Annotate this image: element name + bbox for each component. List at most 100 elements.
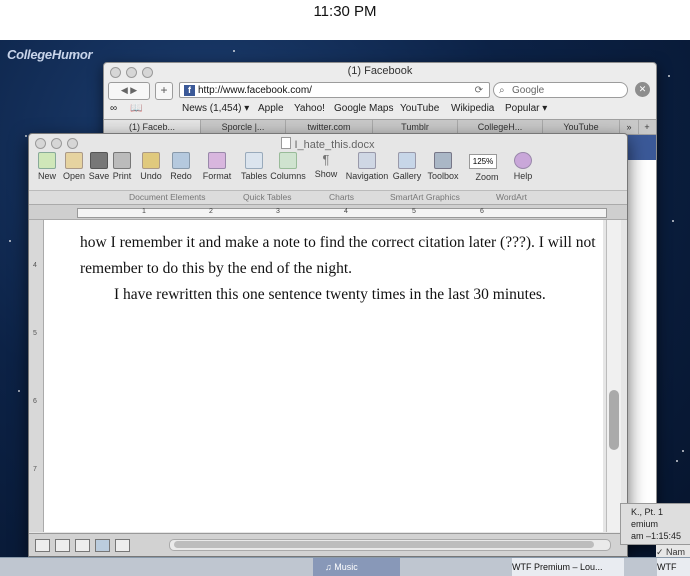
navigation-icon (358, 152, 376, 169)
bookmark-youtube[interactable]: YouTube (400, 103, 439, 114)
reading-list-icon[interactable]: ∞ (110, 103, 117, 114)
ruler-number: 6 (33, 398, 37, 405)
music-item[interactable]: ♫ Music (313, 558, 400, 576)
tab-sporcle[interactable]: Sporcle |... (201, 120, 286, 134)
zoom-select[interactable]: 125% (469, 154, 497, 169)
track-time: am –1:15:45 (631, 531, 682, 541)
tables-button[interactable]: Tables (239, 152, 269, 181)
tab-youtube[interactable]: YouTube (543, 120, 620, 134)
pilcrow-icon: ¶ (322, 152, 330, 167)
notebook-view-icon[interactable] (115, 539, 130, 552)
bookmarks-bar: ∞ 📖 News (1,454) ▾ Apple Yahoo! Google M… (108, 103, 652, 117)
horizontal-ruler[interactable]: 1 2 3 4 5 6 (29, 204, 627, 220)
bookmark-apple[interactable]: Apple (258, 103, 284, 114)
tab-collegehumor[interactable]: CollegeH... (458, 120, 543, 134)
gallery-button[interactable]: Gallery (391, 152, 423, 181)
paragraph: how I remember it and make a note to fin… (80, 234, 596, 277)
tab-twitter[interactable]: twitter.com (286, 120, 373, 134)
document-body[interactable]: how I remember it and make a note to fin… (80, 230, 620, 308)
save-button[interactable]: Save (87, 152, 111, 181)
url-field[interactable]: f http://www.facebook.com/ ⟳ (179, 82, 490, 98)
tab-document-elements[interactable]: Document Elements (129, 192, 206, 202)
scroll-thumb[interactable] (174, 541, 594, 548)
bookmark-popular[interactable]: Popular ▾ (505, 103, 547, 114)
stop-icon[interactable]: ✕ (635, 82, 650, 97)
ruler-number: 1 (142, 208, 146, 215)
add-bookmark-button[interactable]: + (155, 82, 173, 100)
tab-wordart[interactable]: WordArt (496, 192, 527, 202)
publishing-view-icon[interactable] (75, 539, 90, 552)
show-button[interactable]: ¶ Show (313, 152, 339, 179)
new-button[interactable]: New (35, 152, 59, 181)
new-tab-icon[interactable]: + (639, 120, 655, 134)
columns-button[interactable]: Columns (269, 152, 307, 181)
search-input[interactable]: ⌕ Google (493, 82, 628, 98)
open-button[interactable]: Open (62, 152, 86, 181)
new-document-icon (38, 152, 56, 169)
itunes-mini-player[interactable]: K., Pt. 1 emium am –1:15:45 (620, 503, 690, 545)
help-button[interactable]: Help (509, 152, 537, 181)
bookmark-wikipedia[interactable]: Wikipedia (451, 103, 494, 114)
undo-button[interactable]: Undo (138, 152, 164, 181)
ruler-number: 3 (276, 208, 280, 215)
document-title: I_hate_this.docx (29, 137, 627, 151)
tab-quick-tables[interactable]: Quick Tables (243, 192, 292, 202)
redo-icon (172, 152, 190, 169)
clock-bar: 11:30 PM (0, 0, 690, 40)
tab-charts[interactable]: Charts (329, 192, 354, 202)
ruler-number: 5 (412, 208, 416, 215)
bookmark-yahoo[interactable]: Yahoo! (294, 103, 325, 114)
tab-overflow-icon[interactable]: » (620, 120, 639, 134)
folder-icon (65, 152, 83, 169)
reload-icon[interactable]: ⟳ (475, 83, 483, 99)
gallery-icon (398, 152, 416, 169)
clock-time: 11:30 PM (313, 3, 377, 20)
document-title-text: I_hate_this.docx (294, 139, 375, 151)
print-button[interactable]: Print (110, 152, 134, 181)
ruler-number: 7 (33, 466, 37, 473)
now-playing-item-secondary[interactable]: WTF (657, 558, 690, 576)
horizontal-scrollbar[interactable] (169, 539, 611, 551)
document-page[interactable]: how I remember it and make a note to fin… (44, 220, 603, 532)
tab-facebook[interactable]: (1) Faceb... (104, 120, 201, 134)
columns-icon (279, 152, 297, 169)
zoom-label: Zoom (475, 172, 499, 182)
print-layout-icon[interactable] (95, 539, 110, 552)
disk-icon (90, 152, 108, 169)
outline-view-icon[interactable] (55, 539, 70, 552)
url-text: http://www.facebook.com/ (198, 85, 312, 96)
scroll-thumb[interactable] (609, 390, 619, 450)
navigation-button[interactable]: Navigation (344, 152, 390, 181)
paragraph: I have rewritten this one sentence twent… (114, 286, 546, 303)
vertical-scrollbar[interactable] (606, 220, 621, 532)
search-placeholder: Google (512, 85, 545, 96)
paintbrush-icon (208, 152, 226, 169)
track-title: K., Pt. 1 (631, 507, 664, 517)
status-bar (29, 533, 627, 556)
now-playing-item[interactable]: WTF Premium – Lou... (512, 558, 624, 576)
redo-button[interactable]: Redo (168, 152, 194, 181)
vertical-ruler: 4 5 6 7 (29, 220, 44, 532)
tab-tumblr[interactable]: Tumblr (373, 120, 458, 134)
undo-icon (142, 152, 160, 169)
bookmark-news[interactable]: News (1,454) ▾ (182, 103, 249, 114)
help-icon (514, 152, 532, 169)
draft-view-icon[interactable] (35, 539, 50, 552)
tab-smartart-graphics[interactable]: SmartArt Graphics (390, 192, 460, 202)
toolbox-button[interactable]: Toolbox (423, 152, 463, 181)
collegehumor-watermark: CollegeHumor (7, 47, 93, 62)
track-album: emium (631, 519, 659, 529)
browser-title: (1) Facebook (347, 65, 413, 77)
elements-tab-bar: Document Elements Quick Tables Charts Sm… (29, 190, 627, 204)
document-icon (281, 137, 292, 149)
facebook-favicon-icon: f (184, 85, 195, 96)
ruler-number: 4 (344, 208, 348, 215)
bookmarks-icon[interactable]: 📖 (130, 103, 142, 114)
word-toolbar: New Open Save Print Undo Redo Format Tab… (29, 152, 627, 192)
format-button[interactable]: Format (201, 152, 233, 181)
toolbox-icon (434, 152, 452, 169)
table-icon (245, 152, 263, 169)
ruler-track: 1 2 3 4 5 6 (77, 208, 607, 218)
back-forward-buttons[interactable]: ◀ ▶ (108, 82, 150, 100)
bookmark-google-maps[interactable]: Google Maps (334, 103, 393, 114)
